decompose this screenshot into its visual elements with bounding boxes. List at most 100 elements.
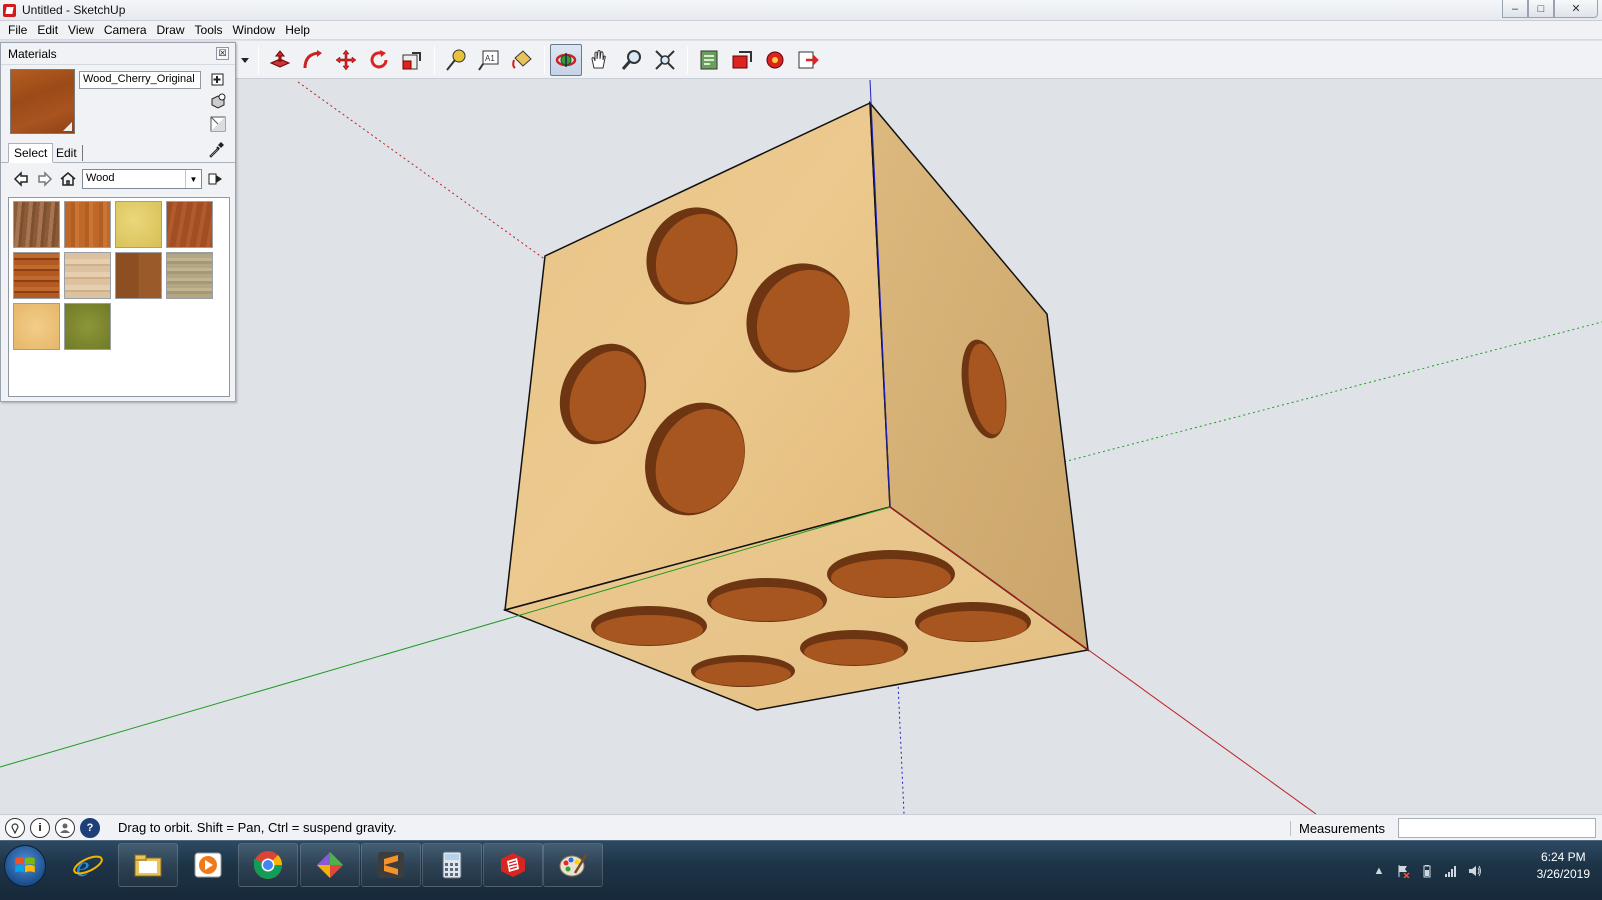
window-controls: – □ ✕ xyxy=(1502,0,1598,18)
dice-model-scene[interactable] xyxy=(0,80,1602,814)
menu-view[interactable]: View xyxy=(63,23,99,37)
material-library-select[interactable]: Wood ▼ xyxy=(82,169,202,189)
window-title: Untitled - SketchUp xyxy=(22,3,126,17)
clock-date: 3/26/2019 xyxy=(1536,867,1590,881)
wood-swatch[interactable] xyxy=(64,252,111,299)
material-library-value: Wood xyxy=(86,172,115,184)
materials-panel: Materials ☒ Wood_Cherry_Original Select … xyxy=(0,42,236,402)
geo-location-icon[interactable] xyxy=(5,817,25,838)
toolbar-separator xyxy=(258,45,259,74)
taskbar-clock[interactable]: 6:24 PM 3/26/2019 xyxy=(1537,849,1590,883)
media-player-icon[interactable] xyxy=(178,843,238,887)
internet-explorer-icon[interactable]: e xyxy=(58,843,118,887)
menu-edit[interactable]: Edit xyxy=(32,23,63,37)
wood-swatch[interactable] xyxy=(115,201,162,248)
show-hidden-icons-icon[interactable]: ▲ xyxy=(1372,864,1386,878)
send-to-layout-icon[interactable] xyxy=(792,44,824,76)
no-material-icon[interactable] xyxy=(208,114,227,133)
follow-me-icon[interactable] xyxy=(297,44,329,76)
share-model-icon[interactable] xyxy=(726,44,758,76)
text-tool-icon[interactable]: A1 xyxy=(473,44,505,76)
create-material-icon[interactable] xyxy=(208,69,227,88)
windows-logo-icon xyxy=(15,857,35,873)
sample-paint-icon[interactable] xyxy=(207,141,225,159)
title-bar: Untitled - SketchUp – □ ✕ xyxy=(0,0,1602,21)
current-material-swatch[interactable] xyxy=(10,69,75,134)
menu-window[interactable]: Window xyxy=(228,23,281,37)
wood-swatch[interactable] xyxy=(13,201,60,248)
network-signal-icon[interactable] xyxy=(1444,864,1458,878)
system-tray: ▲ 6:24 PM 3/26/2019 xyxy=(1362,841,1602,900)
pan-icon[interactable] xyxy=(583,44,615,76)
move-icon[interactable] xyxy=(330,44,362,76)
menu-camera[interactable]: Camera xyxy=(99,23,152,37)
materials-tabs: Select Edit xyxy=(1,139,235,163)
file-explorer-icon[interactable] xyxy=(118,843,178,887)
user-account-icon[interactable] xyxy=(55,817,75,838)
menu-file[interactable]: File xyxy=(3,23,32,37)
instructor-help-icon[interactable]: ? xyxy=(80,817,100,838)
scale-icon[interactable] xyxy=(396,44,428,76)
chevron-down-icon: ▼ xyxy=(185,170,201,188)
minimize-button[interactable]: – xyxy=(1502,0,1528,18)
zoom-icon[interactable] xyxy=(616,44,648,76)
menu-tools[interactable]: Tools xyxy=(190,23,228,37)
default-material-icon[interactable] xyxy=(208,91,227,110)
tab-select[interactable]: Select xyxy=(8,143,54,163)
maximize-button[interactable]: □ xyxy=(1528,0,1554,18)
chrome-icon[interactable] xyxy=(238,843,298,887)
battery-icon[interactable] xyxy=(1420,864,1434,878)
toolbar-separator xyxy=(434,45,435,74)
measurements-input[interactable] xyxy=(1398,818,1596,838)
materials-nav: Wood ▼ xyxy=(1,163,235,193)
forward-arrow-icon[interactable] xyxy=(36,170,54,188)
home-icon[interactable] xyxy=(59,170,77,188)
sublime-text-icon[interactable] xyxy=(361,843,421,887)
rotate-icon[interactable] xyxy=(363,44,395,76)
wood-swatch[interactable] xyxy=(64,303,111,350)
menu-draw[interactable]: Draw xyxy=(152,23,190,37)
status-bar: i ? Drag to orbit. Shift = Pan, Ctrl = s… xyxy=(0,814,1602,840)
wood-swatch[interactable] xyxy=(115,252,162,299)
materials-swatch-area xyxy=(8,197,230,397)
sketchup-logo-icon xyxy=(3,3,16,17)
app-launcher-icon[interactable] xyxy=(300,843,360,887)
push-pull-icon[interactable] xyxy=(264,44,296,76)
model-viewport[interactable] xyxy=(0,80,1602,814)
tab-edit[interactable]: Edit xyxy=(51,145,83,161)
wood-swatch[interactable] xyxy=(166,201,213,248)
menu-help[interactable]: Help xyxy=(280,23,315,37)
zoom-extents-icon[interactable] xyxy=(649,44,681,76)
start-button[interactable] xyxy=(4,845,46,887)
materials-panel-header: Materials ☒ xyxy=(1,43,235,65)
toolbar-overflow-icon[interactable] xyxy=(238,44,252,76)
paint-icon[interactable] xyxy=(543,843,603,887)
back-arrow-icon[interactable] xyxy=(12,170,30,188)
tape-measure-icon[interactable] xyxy=(440,44,472,76)
volume-icon[interactable] xyxy=(1468,864,1482,878)
clock-time: 6:24 PM xyxy=(1540,850,1586,864)
wood-swatch[interactable] xyxy=(166,252,213,299)
paint-bucket-icon[interactable] xyxy=(506,44,538,76)
wood-swatch[interactable] xyxy=(13,252,60,299)
toolbar-separator xyxy=(544,45,545,74)
materials-close-button[interactable]: ☒ xyxy=(216,47,229,60)
materials-panel-title: Materials xyxy=(8,46,57,61)
orbit-icon[interactable] xyxy=(550,43,582,76)
details-arrow-icon[interactable] xyxy=(206,170,224,188)
calculator-icon[interactable] xyxy=(422,843,482,887)
action-center-icon[interactable] xyxy=(1396,864,1410,878)
get-models-icon[interactable] xyxy=(693,44,725,76)
main-toolbar: A1 xyxy=(236,41,1602,79)
credits-info-icon[interactable]: i xyxy=(30,817,50,838)
material-name-field[interactable]: Wood_Cherry_Original xyxy=(79,71,201,89)
wood-swatch[interactable] xyxy=(13,303,60,350)
status-hint: Drag to orbit. Shift = Pan, Ctrl = suspe… xyxy=(118,820,397,835)
sketchup-taskbar-icon[interactable] xyxy=(483,843,543,887)
menu-bar: File Edit View Camera Draw Tools Window … xyxy=(0,21,1602,40)
toolbar-separator xyxy=(687,45,688,74)
measurements-label: Measurements xyxy=(1290,821,1385,836)
close-button[interactable]: ✕ xyxy=(1554,0,1598,18)
extension-warehouse-icon[interactable] xyxy=(759,44,791,76)
wood-swatch[interactable] xyxy=(64,201,111,248)
